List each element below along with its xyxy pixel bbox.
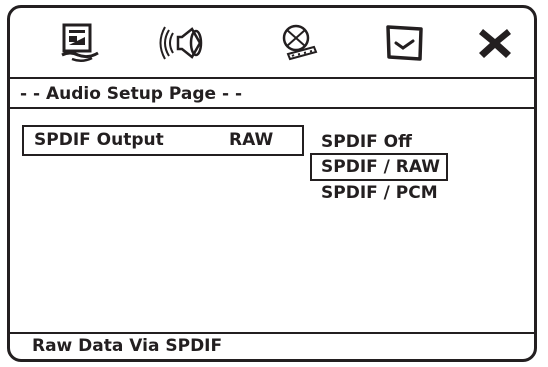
tab-exit[interactable] xyxy=(470,18,520,68)
tab-audio-setup[interactable] xyxy=(158,18,208,68)
tab-preference[interactable] xyxy=(380,18,430,68)
page-title: - - Audio Setup Page - - xyxy=(10,79,534,109)
tab-general-setup[interactable] xyxy=(55,18,105,68)
video-setup-icon xyxy=(282,24,318,61)
option-spdif-raw[interactable]: SPDIF / RAW xyxy=(310,153,449,181)
exit-close-icon xyxy=(479,29,511,58)
option-spdif-off[interactable]: SPDIF Off xyxy=(310,128,420,156)
status-bar: Raw Data Via SPDIF xyxy=(10,332,534,359)
audio-setup-screen: - - Audio Setup Page - - SPDIF Output RA… xyxy=(7,5,537,362)
setting-label: SPDIF Output xyxy=(34,130,164,150)
spdif-output-setting[interactable]: SPDIF Output RAW xyxy=(22,125,304,156)
general-setup-icon xyxy=(61,23,99,62)
option-spdif-pcm[interactable]: SPDIF / PCM xyxy=(310,179,446,207)
setting-value: RAW xyxy=(229,130,274,150)
tab-video-setup[interactable] xyxy=(272,18,322,68)
audio-speaker-icon xyxy=(159,26,203,60)
preference-check-icon xyxy=(386,25,423,61)
setup-icon-bar xyxy=(10,8,534,79)
